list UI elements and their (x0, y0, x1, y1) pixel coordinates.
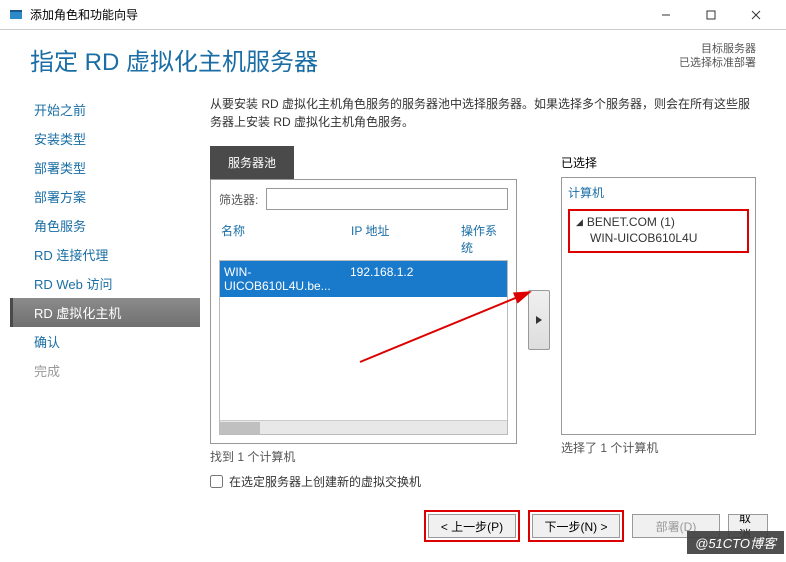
selected-count: 选择了 1 个计算机 (561, 435, 756, 460)
header-target: 目标服务器 已选择标准部署 (679, 42, 756, 70)
domain-group-annotation: ◢ BENET.COM (1) WIN-UICOB610L4U (568, 209, 749, 253)
sidebar-item-deploy-type[interactable]: 部署类型 (10, 153, 200, 182)
filter-input[interactable] (266, 188, 508, 210)
wizard-sidebar: 开始之前 安装类型 部署类型 部署方案 角色服务 RD 连接代理 RD Web … (10, 85, 200, 494)
server-pool-panel: 服务器池 筛选器: 名称 IP 地址 操作系统 WIN-UICOB610L4U.… (210, 146, 517, 494)
col-name-header[interactable]: 名称 (221, 222, 351, 256)
server-manager-icon (8, 7, 24, 23)
server-grid[interactable]: WIN-UICOB610L4U.be... 192.168.1.2 (219, 260, 508, 435)
server-ip-cell: 192.168.1.2 (350, 265, 460, 293)
filter-label: 筛选器: (219, 191, 258, 208)
server-pool-tab[interactable]: 服务器池 (210, 146, 294, 179)
sidebar-item-confirm[interactable]: 确认 (10, 327, 200, 356)
sidebar-item-rd-virtualization[interactable]: RD 虚拟化主机 (10, 298, 200, 327)
create-vswitch-checkbox[interactable] (210, 475, 223, 488)
horizontal-scrollbar[interactable] (220, 420, 507, 434)
selected-label: 已选择 (561, 146, 756, 177)
sidebar-item-before-begin[interactable]: 开始之前 (10, 95, 200, 124)
watermark: @51CTO博客 (687, 531, 784, 554)
arrow-right-icon (534, 315, 544, 325)
col-os-header[interactable]: 操作系统 (461, 222, 506, 256)
prev-button[interactable]: < 上一步(P) (428, 514, 516, 538)
selected-box: 计算机 ◢ BENET.COM (1) WIN-UICOB610L4U (561, 177, 756, 435)
header: 指定 RD 虚拟化主机服务器 目标服务器 已选择标准部署 (0, 30, 786, 85)
selected-panel: 已选择 计算机 ◢ BENET.COM (1) WIN-UICOB610L4U … (561, 146, 756, 494)
next-button[interactable]: 下一步(N) > (532, 514, 620, 538)
server-name-cell: WIN-UICOB610L4U.be... (224, 265, 350, 293)
add-server-button[interactable] (528, 290, 550, 350)
target-server-label: 目标服务器 (679, 42, 756, 56)
minimize-button[interactable] (643, 0, 688, 29)
sidebar-item-role-services[interactable]: 角色服务 (10, 211, 200, 240)
server-os-cell (460, 265, 503, 293)
computer-header: 计算机 (568, 184, 749, 201)
domain-row[interactable]: ◢ BENET.COM (1) (576, 215, 741, 229)
main-content: 从要安装 RD 虚拟化主机角色服务的服务器池中选择服务器。如果选择多个服务器，则… (200, 85, 776, 494)
page-title: 指定 RD 虚拟化主机服务器 (30, 42, 318, 77)
grid-header: 名称 IP 地址 操作系统 (219, 218, 508, 260)
titlebar: 添加角色和功能向导 (0, 0, 786, 30)
close-button[interactable] (733, 0, 778, 29)
sidebar-item-rd-web[interactable]: RD Web 访问 (10, 269, 200, 298)
description-text: 从要安装 RD 虚拟化主机角色服务的服务器池中选择服务器。如果选择多个服务器，则… (210, 95, 756, 131)
selected-computer[interactable]: WIN-UICOB610L4U (576, 229, 741, 247)
sidebar-item-rd-connection[interactable]: RD 连接代理 (10, 240, 200, 269)
found-count: 找到 1 个计算机 (210, 444, 517, 469)
server-row[interactable]: WIN-UICOB610L4U.be... 192.168.1.2 (220, 261, 507, 297)
window-title: 添加角色和功能向导 (30, 6, 643, 23)
sidebar-item-complete: 完成 (10, 356, 200, 385)
col-ip-header[interactable]: IP 地址 (351, 222, 461, 256)
create-vswitch-label: 在选定服务器上创建新的虚拟交换机 (229, 473, 421, 490)
maximize-button[interactable] (688, 0, 733, 29)
deployment-type-label: 已选择标准部署 (679, 56, 756, 70)
sidebar-item-install-type[interactable]: 安装类型 (10, 124, 200, 153)
next-button-annotation: 下一步(N) > (528, 510, 624, 542)
sidebar-item-deploy-scenario[interactable]: 部署方案 (10, 182, 200, 211)
expand-icon: ◢ (576, 217, 583, 228)
window-controls (643, 0, 778, 29)
prev-button-annotation: < 上一步(P) (424, 510, 520, 542)
domain-name: BENET.COM (1) (587, 215, 675, 229)
